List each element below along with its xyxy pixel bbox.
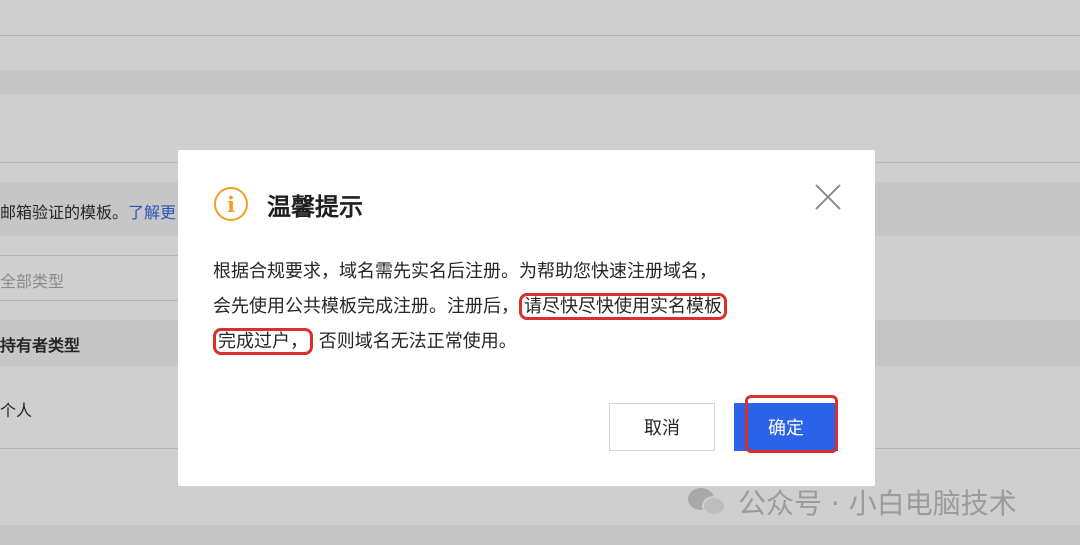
page: 邮箱验证的模板。了解更 全部类型 持有者类型 个人 i 温馨提示 根据合规要求，… — [0, 0, 1080, 545]
watermark: 公众号 · 小白电脑技术 — [686, 482, 1017, 522]
section-band — [0, 70, 1080, 94]
wechat-icon — [686, 484, 730, 520]
divider — [0, 300, 180, 301]
holder-type-header: 持有者类型 — [0, 336, 81, 355]
message-line-2: 会先使用公共模板完成注册。注册后， 请尽快尽快使用实名模板 — [213, 289, 813, 324]
message-text: 否则域名无法正常使用。 — [318, 331, 517, 352]
type-filter-select[interactable]: 全部类型 — [0, 268, 64, 292]
dialog-message: 根据合规要求，域名需先实名后注册。为帮助您快速注册域名， 会先使用公共模板完成注… — [213, 254, 813, 359]
cancel-button[interactable]: 取消 — [609, 403, 715, 451]
holder-type-value: 个人 — [0, 401, 33, 420]
tip-dialog: i 温馨提示 根据合规要求，域名需先实名后注册。为帮助您快速注册域名， 会先使用… — [178, 150, 875, 486]
divider — [0, 35, 1080, 36]
info-icon: i — [214, 187, 248, 221]
verify-text: 邮箱验证的模板。 — [0, 203, 129, 222]
message-line-1: 根据合规要求，域名需先实名后注册。为帮助您快速注册域名， — [213, 261, 717, 282]
close-icon[interactable] — [813, 182, 843, 212]
highlighted-text: 请尽快尽快使用实名模板 — [519, 293, 727, 320]
message-text: 会先使用公共模板完成注册。注册后， — [213, 296, 519, 317]
learn-more-link[interactable]: 了解更 — [128, 203, 176, 222]
dialog-title: 温馨提示 — [267, 192, 363, 221]
divider — [0, 255, 180, 256]
watermark-text: 公众号 · 小白电脑技术 — [738, 487, 1017, 520]
confirm-highlight-box — [745, 395, 838, 453]
highlighted-text: 完成过户， — [213, 328, 313, 355]
message-line-3: 完成过户， 否则域名无法正常使用。 — [213, 324, 813, 359]
dialog-header: i 温馨提示 — [214, 186, 363, 222]
template-notice: 邮箱验证的模板。了解更 — [0, 199, 176, 223]
footer-band — [0, 525, 1080, 545]
